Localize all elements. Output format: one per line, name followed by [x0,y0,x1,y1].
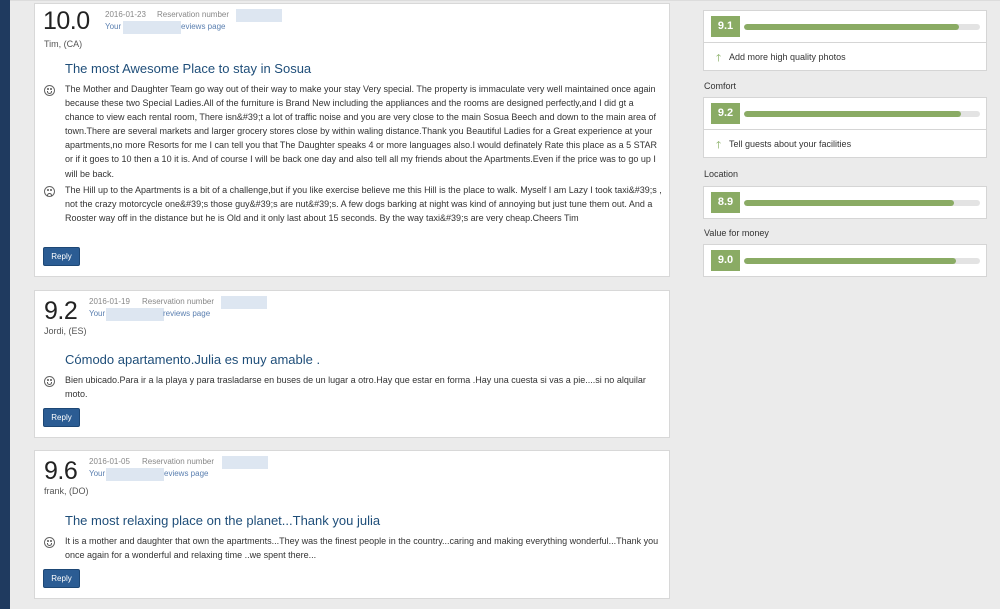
score-badge: 9.1 [711,16,740,37]
review-title: Cómodo apartamento.Julia es muy amable . [65,352,321,367]
review-card: 9.6 2016-01-05 Reservation number Your e… [34,450,670,599]
reservation-number-redacted [222,456,268,469]
review-card: 10.0 2016-01-23 Reservation number Your … [34,3,670,277]
score-bar-track [744,200,980,206]
property-name-redacted [106,468,164,481]
review-title: The most relaxing place on the planet...… [65,513,381,528]
score-row-location: 8.9 [703,186,987,219]
top-divider [0,0,1000,1]
your-label: Your [89,309,106,318]
score-row-value-for-money: 9.0 [703,244,987,277]
left-navigation-bar [0,0,10,609]
reservation-number-label: Reservation number [142,297,215,306]
review-date: 2016-01-23 [105,10,146,19]
review-card: 9.2 2016-01-19 Reservation number Your r… [34,290,670,438]
review-title: The most Awesome Place to stay in Sosua [65,61,312,76]
smile-icon [44,376,55,387]
reviews-page-link[interactable]: reviews page [163,309,210,318]
frown-icon [44,186,55,197]
score-bar-fill [744,200,955,206]
your-label: Your [89,469,106,478]
tip-add-photos[interactable]: 🡑 Add more high quality photos [703,43,987,71]
reservation-number-label: Reservation number [142,457,215,466]
score-bar-fill [744,24,959,30]
smile-icon [44,537,55,548]
review-score: 10.0 [43,7,90,35]
reviews-page-link[interactable]: eviews page [181,22,225,31]
tip-facilities[interactable]: 🡑 Tell guests about your facilities [703,130,987,158]
tip-text: Tell guests about your facilities [729,139,852,149]
reservation-number-redacted [221,296,267,309]
reply-button[interactable]: Reply [43,408,80,427]
score-badge: 8.9 [711,192,740,213]
score-badge: 9.2 [711,103,740,124]
review-date: 2016-01-05 [89,457,130,466]
reservation-number-redacted [236,9,282,22]
property-name-redacted [123,21,181,34]
tip-text: Add more high quality photos [729,52,846,62]
reply-button[interactable]: Reply [43,247,80,266]
score-row-overall: 9.1 [703,10,987,43]
reservation-number-label: Reservation number [157,10,230,19]
review-score: 9.2 [44,297,78,325]
review-date: 2016-01-19 [89,297,130,306]
arrow-up-icon: 🡑 [716,140,722,151]
category-label-value-for-money: Value for money [704,228,769,238]
property-name-redacted [106,308,164,321]
score-bar-fill [744,111,962,117]
category-label-comfort: Comfort [704,81,737,91]
reviews-page-link[interactable]: eviews page [164,469,208,478]
score-bar-track [744,24,980,30]
category-label-location: Location [704,169,739,179]
reviewer-name: frank, (DO) [44,486,89,496]
reply-button[interactable]: Reply [43,569,80,588]
score-bar-fill [744,258,957,264]
score-bar-track [744,258,980,264]
positive-review-text: It is a mother and daughter that own the… [65,536,659,561]
reviewer-name: Tim, (CA) [44,39,83,49]
score-row-comfort: 9.2 [703,97,987,130]
positive-review-text: The Mother and Daughter Team go way out … [65,84,657,179]
score-bar-track [744,111,980,117]
review-score: 9.6 [44,457,78,485]
negative-review-text: The Hill up to the Apartments is a bit o… [65,185,662,224]
smile-icon [44,85,55,96]
arrow-up-icon: 🡑 [716,53,722,64]
your-label: Your [105,22,122,31]
reviewer-name: Jordi, (ES) [44,326,87,336]
positive-review-text: Bien ubicado.Para ir a la playa y para t… [65,375,646,400]
score-badge: 9.0 [711,250,740,271]
